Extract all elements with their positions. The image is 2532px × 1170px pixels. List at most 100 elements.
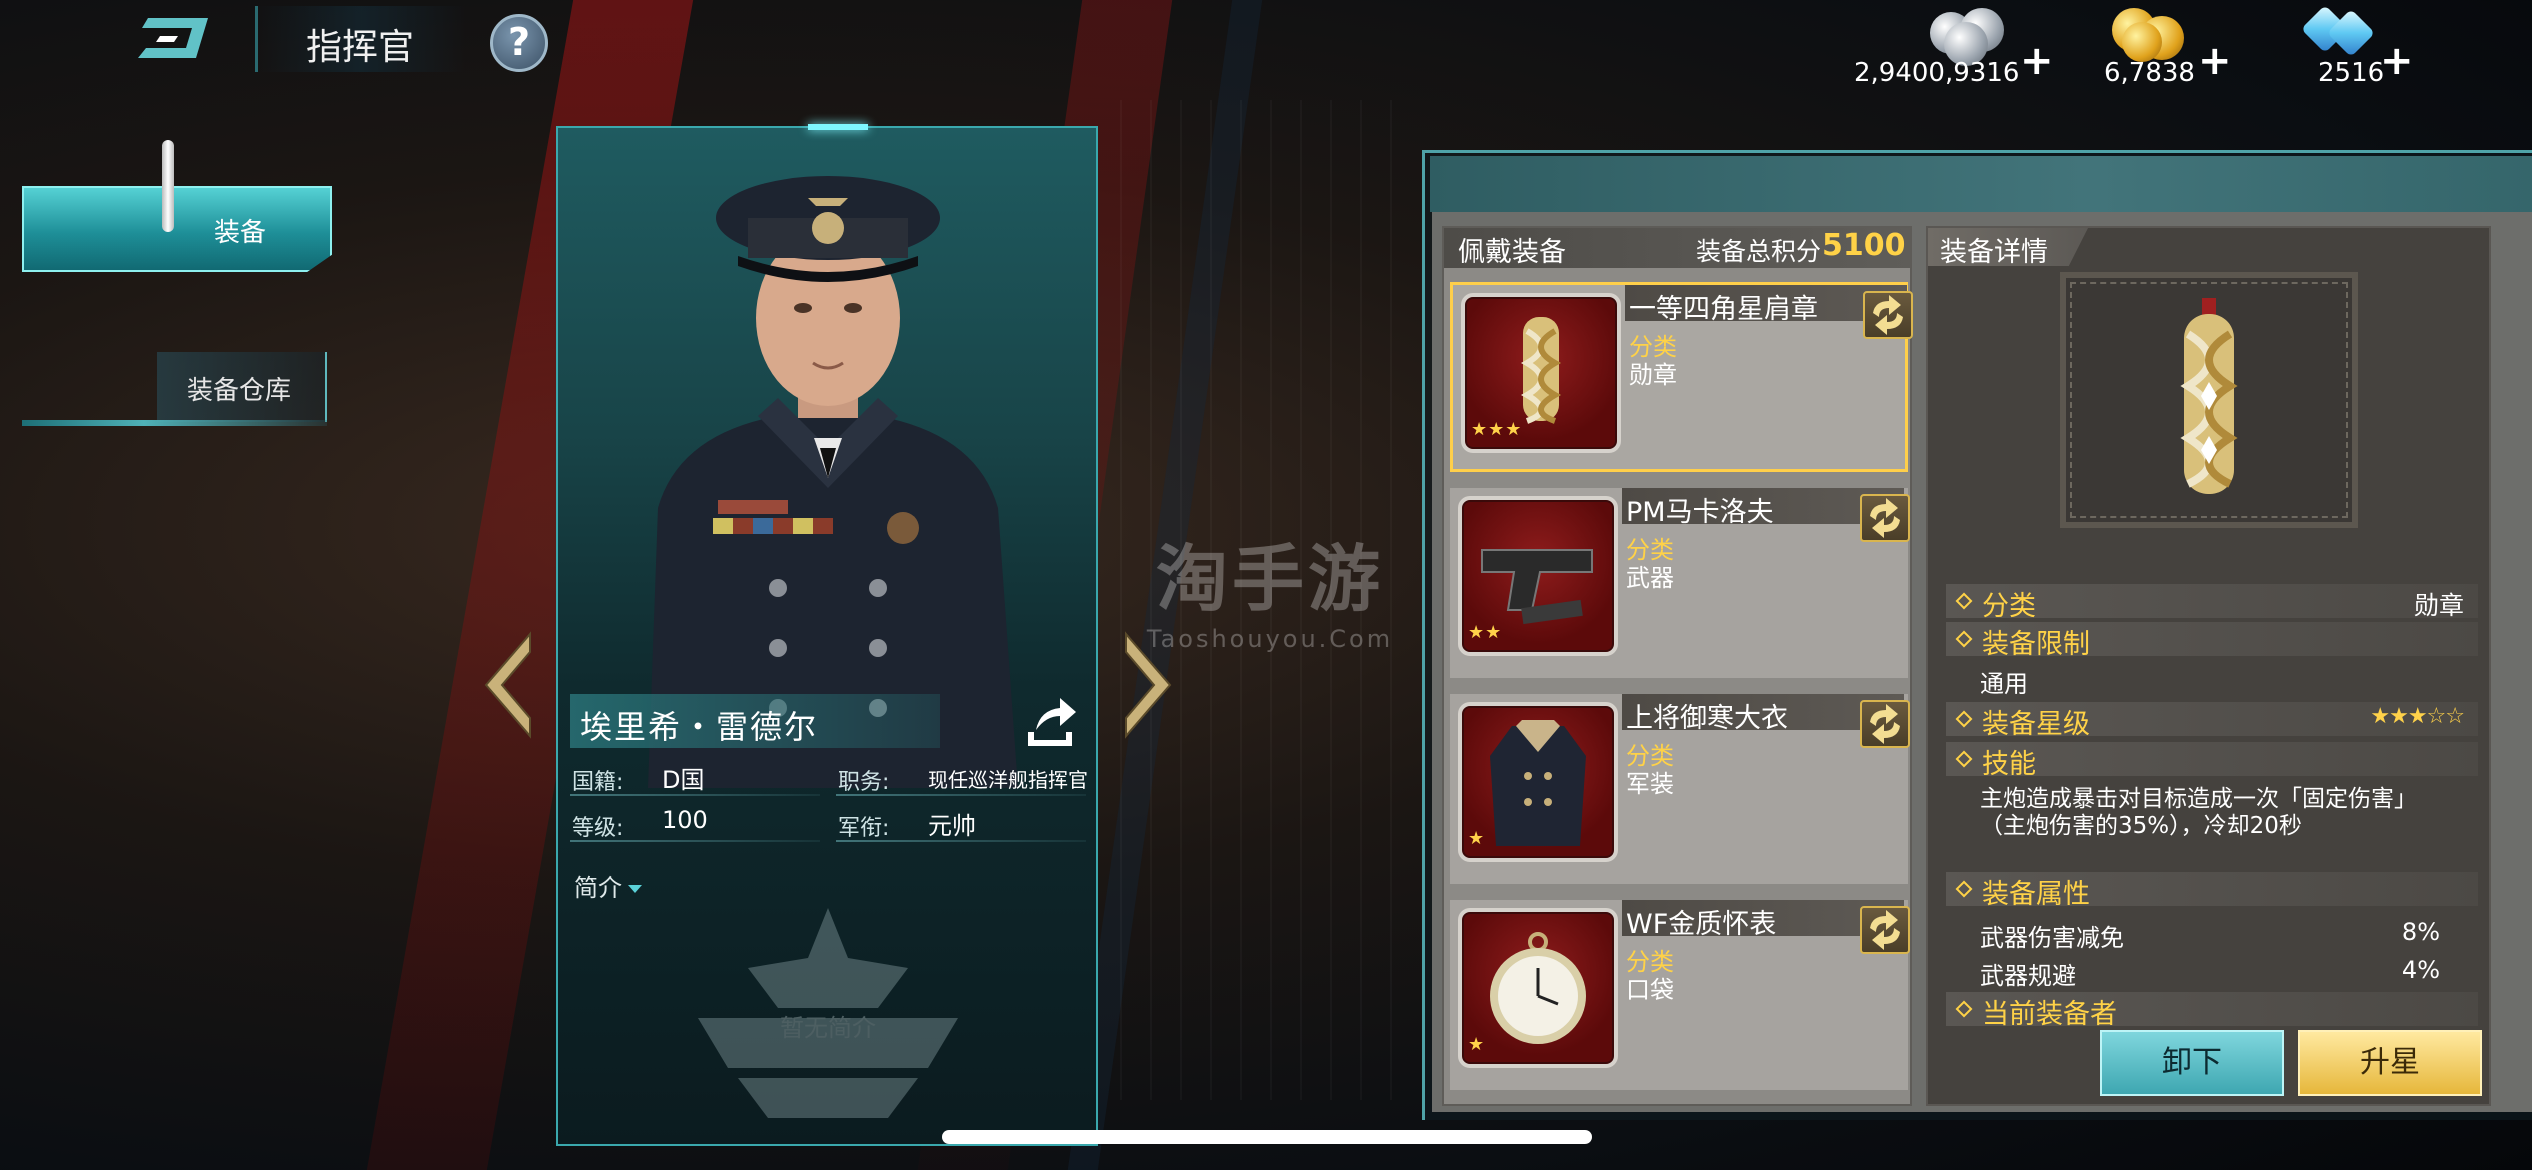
equipment-card[interactable]: ★ WF金质怀表 分类 口袋	[1450, 900, 1910, 1090]
attribute-row: 装备属性	[1946, 872, 2478, 910]
total-score-value: 5100	[1822, 228, 1906, 263]
brief-label: 简介	[574, 874, 622, 902]
diamond-icon	[1955, 750, 1973, 768]
attribute-value: 4%	[2401, 956, 2440, 984]
level-label: 等级:	[572, 816, 624, 841]
attribute-item: 武器伤害减免 8%	[1980, 918, 2440, 953]
equipment-frame-header	[1430, 156, 2532, 212]
rank-value: 元帅	[928, 812, 976, 840]
rarity-stars: ★★★	[1471, 419, 1523, 440]
home-indicator[interactable]	[942, 1130, 1592, 1144]
divider	[570, 794, 820, 796]
nationality-label: 国籍:	[572, 770, 624, 795]
swap-equipment-button[interactable]	[1863, 291, 1913, 339]
skill-description: 主炮造成暴击对目标造成一次「固定伤害」（主炮伤害的35%），冷却20秒	[1980, 786, 2417, 839]
unequip-button[interactable]: 卸下	[2100, 1030, 2284, 1096]
gold-currency: 6,7838 +	[2100, 0, 2232, 90]
equipment-name: 一等四角星肩章	[1629, 294, 1818, 325]
top-bar: 指挥官 ? 2,9400,9316 + 6,7838 + 2516 +	[0, 0, 2532, 90]
page-title-plate: 指挥官	[255, 6, 465, 72]
category-value: 勋章	[2413, 591, 2464, 620]
game-logo-icon	[138, 10, 228, 66]
rarity-stars: ★	[1468, 828, 1486, 849]
equipment-card[interactable]: ★ 上将御寒大衣 分类 军装	[1450, 694, 1910, 884]
swap-equipment-button[interactable]	[1860, 700, 1910, 748]
tab-warehouse-label: 装备仓库	[187, 376, 292, 406]
silver-amount: 2,9400,9316	[1854, 58, 2020, 88]
watermark: 淘手游 Taoshouyou.Com	[1140, 520, 1400, 653]
commander-name-bar: 埃里希・雷德尔	[570, 694, 940, 748]
diamond-icon	[1955, 592, 1973, 610]
divider	[570, 840, 820, 842]
equipment-name: 上将御寒大衣	[1626, 703, 1788, 734]
equipment-category: 口袋	[1626, 976, 1674, 1004]
category-row: 分类 勋章	[1946, 584, 2478, 622]
limit-key: 装备限制	[1982, 629, 2090, 660]
watermark-title: 淘手游	[1155, 537, 1384, 621]
current-owner-row: 当前装备者	[1946, 992, 2478, 1030]
diamond-icon	[1955, 880, 1973, 898]
equipment-category: 勋章	[1629, 361, 1677, 389]
rarity-stars: ★	[1468, 1034, 1486, 1055]
category-key: 分类	[1982, 591, 2036, 622]
equipment-detail-panel: 装备详情 分类 勋章 装备限制 通用 装备星级 ★★★☆☆ 技能 主炮造成暴击对…	[1926, 226, 2491, 1106]
divider	[836, 840, 1086, 842]
diamond-icon	[1955, 710, 1973, 728]
star-level-row: 装备星级 ★★★☆☆	[1946, 702, 2478, 740]
total-score-label: 装备总积分	[1696, 237, 1822, 266]
diamond-icon	[1955, 630, 1973, 648]
attribute-key: 装备属性	[1982, 879, 2090, 910]
gold-amount: 6,7838	[2104, 58, 2195, 88]
equipment-category: 武器	[1626, 564, 1674, 592]
previous-commander-arrow-icon[interactable]	[480, 630, 536, 740]
position-label: 职务:	[838, 770, 890, 795]
add-silver-button[interactable]: +	[2020, 38, 2054, 84]
add-gold-button[interactable]: +	[2198, 38, 2232, 84]
rank-label: 军衔:	[838, 816, 890, 841]
rank-value-row: 元帅	[928, 806, 976, 841]
worn-equipment-header: 佩戴装备 装备总积分 5100	[1444, 228, 1910, 268]
diamond-icon	[1955, 1000, 1973, 1018]
commander-panel: 埃里希・雷德尔 国籍: D国 职务: 现任巡洋舰指挥官 等级: 100 军衔: …	[556, 124, 1098, 1146]
gem-amount: 2516	[2318, 58, 2385, 88]
no-brief-text: 暂无简介	[780, 1014, 876, 1042]
gem-currency: 2516 +	[2290, 0, 2420, 90]
silver-currency: 2,9400,9316 +	[1840, 0, 2054, 90]
add-gem-button[interactable]: +	[2380, 38, 2414, 84]
selected-equipment-epaulette-icon	[2060, 272, 2358, 528]
swap-equipment-button[interactable]	[1860, 494, 1910, 542]
level-value: 100	[662, 806, 708, 834]
nationality-value-row: D国	[662, 760, 704, 795]
tab-equip[interactable]: 装备	[22, 186, 332, 272]
divider	[836, 794, 1086, 796]
page-title: 指挥官	[306, 27, 415, 68]
equipment-card[interactable]: ★★★ 一等四角星肩章 分类 勋章	[1450, 282, 1913, 472]
share-icon[interactable]	[1020, 694, 1080, 750]
nationality-value: D国	[662, 766, 705, 794]
brief-toggle[interactable]: 简介	[574, 868, 642, 903]
gold-coin-icon	[2122, 22, 2162, 62]
upgrade-star-button[interactable]: 升星	[2298, 1030, 2482, 1096]
position-value-row: 现任巡洋舰指挥官	[928, 764, 1088, 793]
attribute-value: 8%	[2401, 918, 2440, 946]
attribute-name: 武器规避	[1980, 962, 2076, 990]
skill-row: 技能	[1946, 742, 2478, 780]
limit-row: 装备限制	[1946, 622, 2478, 660]
worn-equipment-panel: 佩戴装备 装备总积分 5100 ★★★ 一等四角星肩章 分类 勋章 ★★ PM马…	[1442, 226, 1913, 1106]
limit-value: 通用	[1980, 670, 2028, 698]
worn-equipment-title: 佩戴装备	[1458, 237, 1566, 268]
equipment-name: WF金质怀表	[1626, 909, 1777, 940]
nationality-row: 国籍:	[572, 764, 623, 796]
help-button[interactable]: ?	[490, 14, 548, 72]
tab-equip-label: 装备	[214, 218, 267, 248]
tab-handle-icon	[162, 140, 174, 232]
star-level-key: 装备星级	[1982, 709, 2090, 740]
equipment-name: PM马卡洛夫	[1626, 497, 1774, 528]
current-owner-key: 当前装备者	[1982, 999, 2117, 1030]
tab-warehouse[interactable]: 装备仓库	[22, 352, 327, 428]
tab-warehouse-underline	[22, 420, 327, 426]
panel-glow	[808, 124, 868, 130]
swap-equipment-button[interactable]	[1860, 906, 1910, 954]
equipment-card[interactable]: ★★ PM马卡洛夫 分类 武器	[1450, 488, 1910, 678]
commander-portrait	[618, 148, 1038, 788]
